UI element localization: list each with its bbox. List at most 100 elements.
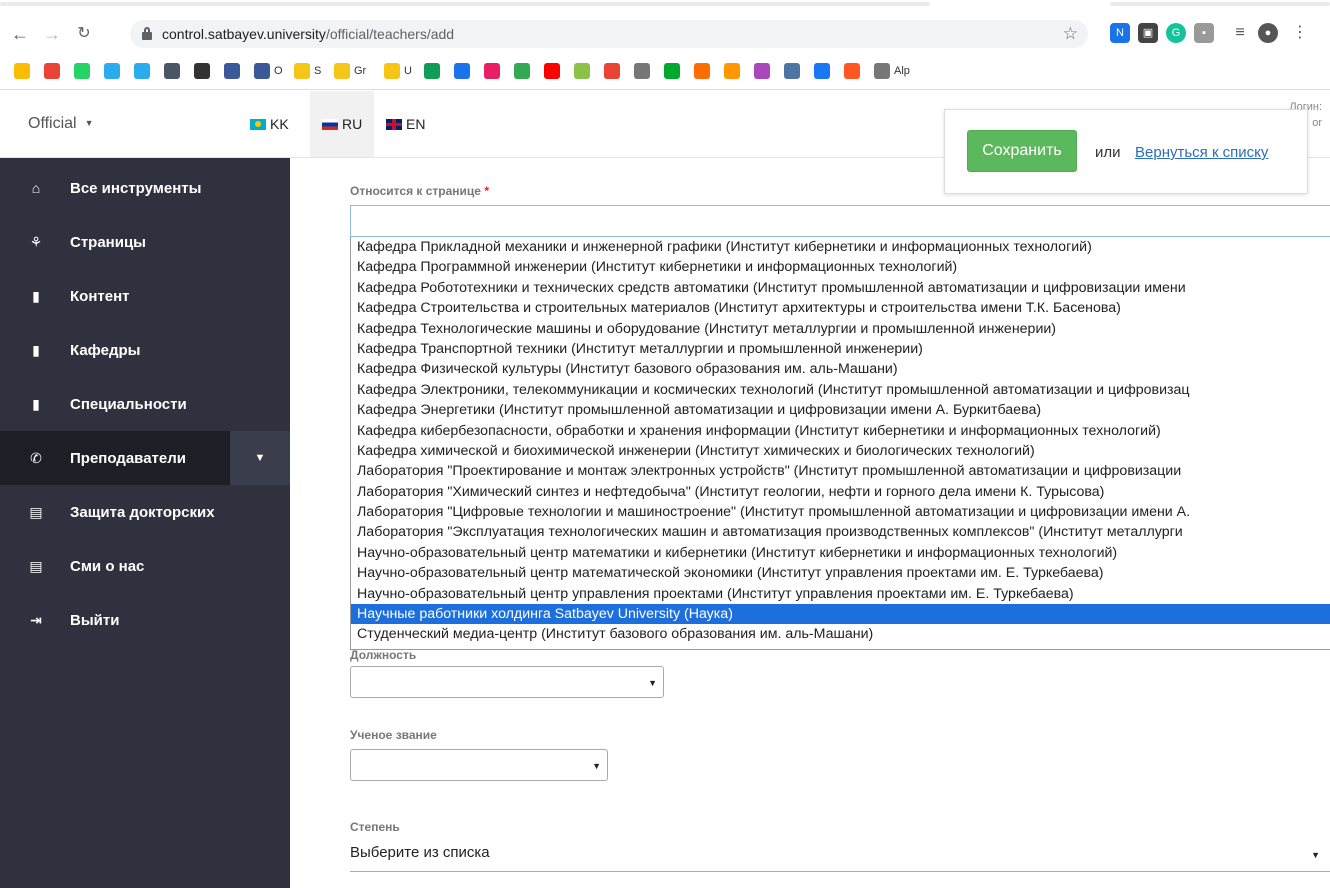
sidebar-item[interactable]: ✆ Преподаватели ▼ — [0, 431, 290, 485]
list-option[interactable]: Кафедра Транспортной техники (Институт м… — [351, 339, 1330, 359]
bookmark-item[interactable] — [694, 62, 714, 80]
sidebar-item-label: Все инструменты — [70, 179, 202, 197]
sidebar-item[interactable]: ▮ Контент — [0, 269, 290, 323]
back-to-list-link[interactable]: Вернуться к списку — [1135, 144, 1268, 161]
bookmark-item[interactable]: Alp — [874, 62, 910, 80]
list-option[interactable]: Кафедра Электроники, телекоммуникации и … — [351, 380, 1330, 400]
academic-title-label: Ученое звание — [350, 728, 437, 742]
bookmark-item[interactable]: S — [294, 62, 321, 80]
sidebar-item[interactable]: ▮ Кафедры — [0, 323, 290, 377]
browser-toolbar: ← → ↻ control.satbayev.university/offici… — [0, 18, 1330, 50]
bookmark-item[interactable] — [784, 62, 804, 80]
forward-arrow-icon[interactable]: → — [40, 22, 64, 46]
page-field-label: Относится к странице * — [350, 184, 489, 198]
academic-title-select[interactable]: ▼ — [350, 749, 608, 781]
bookmark-item[interactable] — [634, 62, 654, 80]
bookmark-item[interactable] — [44, 62, 64, 80]
bookmark-item[interactable] — [104, 62, 124, 80]
page-search-input[interactable] — [350, 205, 1330, 237]
list-option[interactable]: Научно-образовательный центр управления … — [351, 584, 1330, 604]
list-option[interactable]: Лаборатория "Эксплуатация технологически… — [351, 522, 1330, 542]
list-option[interactable]: Научно-образовательный центр математики … — [351, 543, 1330, 563]
bookmark-item[interactable] — [514, 62, 534, 80]
bookmark-item[interactable] — [194, 62, 214, 80]
bookmark-item[interactable] — [574, 62, 594, 80]
degree-select[interactable]: Выберите из списка ▼ — [350, 832, 1330, 872]
list-option[interactable]: Кафедра Физической культуры (Институт ба… — [351, 359, 1330, 379]
position-select[interactable]: ▼ — [350, 666, 664, 698]
bookmark-item[interactable] — [754, 62, 774, 80]
file-icon: ▮ — [32, 287, 40, 304]
bookmark-favicon-icon — [544, 63, 560, 79]
sidebar-item-label: Сми о нас — [70, 557, 145, 575]
lang-kk[interactable]: KK — [238, 91, 301, 157]
bookmark-item[interactable] — [484, 62, 504, 80]
lang-ru[interactable]: RU — [310, 91, 375, 157]
list-option[interactable]: Кафедра Прикладной механики и инженерной… — [351, 237, 1330, 257]
address-bar[interactable]: control.satbayev.university/official/tea… — [130, 20, 1088, 48]
sidebar-item-label: Выйти — [70, 611, 120, 629]
sidebar-item[interactable]: ▤ Защита докторских — [0, 485, 290, 539]
list-option[interactable]: Научные работники холдинга Satbayev Univ… — [351, 604, 1330, 625]
bookmark-item[interactable]: O — [254, 62, 283, 80]
bookmark-item[interactable] — [164, 62, 184, 80]
profile-icon[interactable]: ● — [1258, 23, 1278, 43]
list-option[interactable]: Научно-образовательный центр математичес… — [351, 563, 1330, 583]
browser-menu-icon[interactable]: ⋮ — [1290, 23, 1310, 43]
bookmark-item[interactable] — [604, 62, 624, 80]
bookmark-favicon-icon — [424, 63, 440, 79]
list-option[interactable]: Студенческий медиа-центр (Институт базов… — [351, 624, 1330, 644]
bookmark-item[interactable] — [74, 62, 94, 80]
bookmark-item[interactable] — [134, 62, 154, 80]
bookmark-item[interactable]: Gr — [334, 62, 366, 80]
list-option[interactable]: Кафедра кибербезопасности, обработки и х… — [351, 421, 1330, 441]
bookmark-item[interactable] — [844, 62, 864, 80]
lang-en[interactable]: EN — [374, 91, 437, 157]
or-text: или — [1095, 144, 1121, 161]
kazakhstan-flag-icon — [250, 118, 266, 130]
grammarly-icon[interactable]: G — [1166, 23, 1186, 43]
bookmark-item[interactable] — [224, 62, 244, 80]
list-option[interactable]: Кафедра Программной инженерии (Институт … — [351, 257, 1330, 277]
reload-icon[interactable]: ↻ — [72, 22, 96, 46]
bookmark-item[interactable] — [544, 62, 564, 80]
bookmark-favicon-icon — [74, 63, 90, 79]
table-icon: ▤ — [29, 503, 43, 520]
bookmark-item[interactable] — [14, 62, 34, 80]
list-option[interactable]: Лаборатория "Химический синтез и нефтедо… — [351, 482, 1330, 502]
position-label: Должность — [350, 648, 417, 662]
uk-flag-icon — [386, 118, 402, 130]
extension-generic-icon[interactable]: ▪ — [1194, 23, 1214, 43]
bookmark-item[interactable] — [664, 62, 684, 80]
sidebar-item[interactable]: ⚘ Страницы — [0, 215, 290, 269]
list-option[interactable]: Кафедра Энергетики (Институт промышленно… — [351, 400, 1330, 420]
bookmark-item[interactable]: U — [384, 62, 412, 80]
save-panel: Сохранить или Вернуться к списку — [944, 109, 1308, 194]
sidebar-item[interactable]: ▮ Специальности — [0, 377, 290, 431]
reading-list-icon[interactable]: ≡ — [1230, 23, 1250, 43]
bookmark-item[interactable] — [814, 62, 834, 80]
list-option[interactable]: Кафедра Технологические машины и оборудо… — [351, 319, 1330, 339]
sidebar-item[interactable]: ⇥ Выйти — [0, 593, 290, 647]
list-option[interactable]: Лаборатория "Проектирование и монтаж эле… — [351, 461, 1330, 481]
extension-box-icon[interactable]: ▣ — [1138, 23, 1158, 43]
submenu-caret-icon[interactable]: ▼ — [230, 431, 290, 485]
sidebar-item[interactable]: ▤ Сми о нас — [0, 539, 290, 593]
sitemap-icon: ⚘ — [29, 233, 43, 250]
bookmark-item[interactable] — [724, 62, 744, 80]
bookmark-favicon-icon — [604, 63, 620, 79]
extension-new-icon[interactable]: N — [1110, 23, 1130, 43]
bookmark-star-icon[interactable]: ☆ — [1063, 24, 1078, 44]
list-option[interactable]: Кафедра Строительства и строительных мат… — [351, 298, 1330, 318]
save-button[interactable]: Сохранить — [967, 130, 1077, 172]
bookmark-favicon-icon — [484, 63, 500, 79]
official-menu[interactable]: Official ▼ — [28, 115, 94, 133]
sidebar-item[interactable]: ⌂ Все инструменты — [0, 161, 290, 215]
bookmark-item[interactable] — [424, 62, 444, 80]
list-option[interactable]: Кафедра химической и биохимической инжен… — [351, 441, 1330, 461]
back-arrow-icon[interactable]: ← — [8, 22, 32, 46]
page-options-listbox[interactable]: Кафедра Прикладной механики и инженерной… — [350, 237, 1330, 650]
bookmark-item[interactable] — [454, 62, 474, 80]
list-option[interactable]: Кафедра Робототехники и технических сред… — [351, 278, 1330, 298]
list-option[interactable]: Лаборатория "Цифровые технологии и машин… — [351, 502, 1330, 522]
